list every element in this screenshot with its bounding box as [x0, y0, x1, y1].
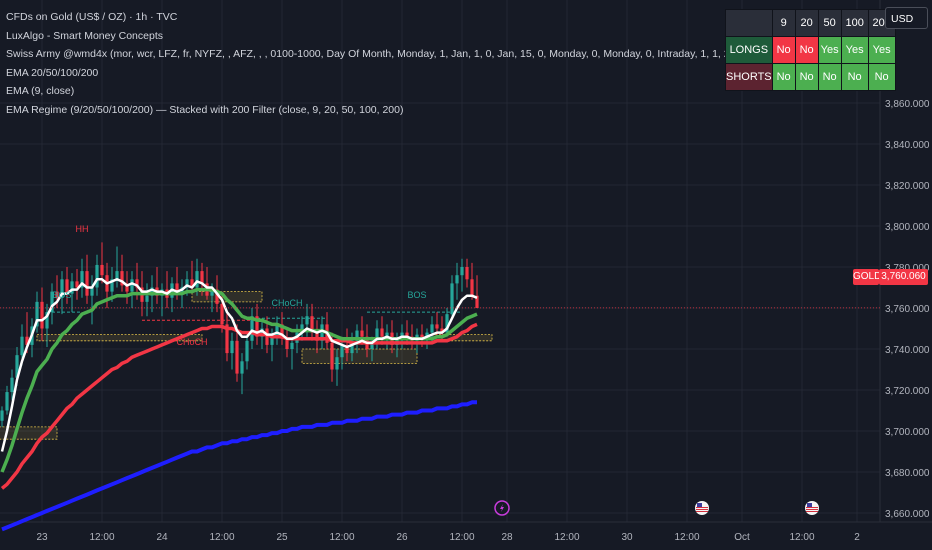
- ema20-line: [0, 287, 478, 473]
- candle-body: [360, 330, 364, 337]
- candle-body: [85, 271, 89, 296]
- table-header-cell: 50: [817, 9, 842, 37]
- table-header-row: 9 20 50 100 200: [725, 9, 896, 37]
- candle-body: [460, 267, 464, 276]
- candle-body: [380, 328, 384, 337]
- ema-regime-table: 9 20 50 100 200 LONGS No No Yes Yes Yes …: [725, 9, 896, 91]
- x-tick-label: 23: [36, 532, 48, 543]
- x-tick-label: 12:00: [209, 532, 234, 543]
- candle-body: [305, 316, 309, 325]
- supply-demand-zone: [301, 348, 418, 364]
- candle-body: [290, 342, 294, 349]
- x-tick-label: 12:00: [554, 532, 579, 543]
- structure-label: CHoCH: [176, 337, 207, 347]
- table-header-cell: 100: [840, 9, 869, 37]
- candle-body: [5, 392, 9, 411]
- structure-label: BOS: [407, 290, 426, 300]
- candle-body: [430, 324, 434, 333]
- y-tick-label: 3,660.000: [885, 509, 930, 520]
- table-cell: No: [794, 36, 819, 64]
- candle-body: [470, 279, 474, 296]
- table-cell: Yes: [840, 36, 869, 64]
- candle-body: [240, 361, 244, 374]
- table-cell: No: [794, 63, 819, 91]
- table-row-label: LONGS: [725, 36, 773, 64]
- candle-body: [455, 275, 459, 284]
- y-tick-label: 3,720.000: [885, 386, 930, 397]
- x-tick-label: 26: [396, 532, 408, 543]
- candle-body: [335, 357, 339, 370]
- candle-body: [230, 340, 234, 354]
- candle-body: [465, 267, 469, 280]
- table-row-longs: LONGS No No Yes Yes Yes: [725, 36, 896, 64]
- x-tick-label: 2: [854, 532, 860, 543]
- x-tick-label: 12:00: [449, 532, 474, 543]
- ema200-line: [1, 400, 477, 532]
- us-flag-stripe: [696, 511, 708, 512]
- symbol-price-label: GOLD: [853, 269, 881, 285]
- legend-indicator-ema-regime[interactable]: EMA Regime (9/20/50/100/200) — Stacked w…: [6, 101, 886, 120]
- table-row-shorts: SHORTS No No No No No: [725, 63, 896, 91]
- table-cell: No: [771, 36, 796, 64]
- candle-body: [130, 279, 134, 292]
- x-tick-label: 28: [501, 532, 513, 543]
- candle-body: [450, 283, 454, 315]
- x-tick-label: 30: [621, 532, 633, 543]
- candle-body: [20, 336, 24, 356]
- candle-body: [340, 344, 344, 358]
- table-cell: No: [771, 63, 796, 91]
- us-flag-stripe: [806, 509, 818, 510]
- candle-body: [40, 301, 44, 329]
- candle-body: [100, 264, 104, 276]
- candle-body: [0, 410, 4, 421]
- table-cell: Yes: [867, 36, 896, 64]
- candle-body: [435, 324, 439, 329]
- candle-body: [330, 342, 334, 370]
- x-tick-label: 25: [276, 532, 288, 543]
- table-cell: Yes: [817, 36, 842, 64]
- table-cell: No: [817, 63, 842, 91]
- table-cell: No: [840, 63, 869, 91]
- x-tick-label: 24: [156, 532, 168, 543]
- us-flag-canton: [807, 503, 812, 507]
- y-tick-label: 3,680.000: [885, 468, 930, 479]
- structure-label: HH: [76, 224, 89, 234]
- candle-body: [195, 271, 199, 288]
- candle-body: [235, 340, 239, 374]
- x-tick-label: 12:00: [674, 532, 699, 543]
- candle-body: [245, 340, 249, 362]
- last-price-label: 3,760.060: [879, 269, 928, 285]
- us-flag-stripe: [806, 507, 818, 508]
- us-flag-stripe: [696, 509, 708, 510]
- table-row-label: SHORTS: [725, 63, 773, 91]
- y-tick-label: 3,700.000: [885, 427, 930, 438]
- candle-body: [200, 271, 204, 284]
- structure-label: CHoCH: [271, 298, 302, 308]
- y-tick-label: 3,740.000: [885, 345, 930, 356]
- candle-body: [95, 264, 99, 288]
- structure-label: BOS: [52, 290, 71, 300]
- candle-body: [10, 377, 14, 393]
- table-header-corner: [725, 9, 773, 37]
- y-tick-label: 3,800.000: [885, 222, 930, 233]
- y-tick-label: 3,840.000: [885, 140, 930, 151]
- candle-body: [145, 295, 149, 302]
- x-tick-label: 12:00: [329, 532, 354, 543]
- us-flag-stripe: [696, 507, 708, 508]
- candle-body: [220, 303, 224, 325]
- us-flag-canton: [697, 503, 702, 507]
- y-tick-label: 3,820.000: [885, 181, 930, 192]
- x-tick-label: 12:00: [89, 532, 114, 543]
- y-tick-label: 3,860.000: [885, 99, 930, 110]
- table-header-cell: 9: [771, 9, 796, 37]
- table-cell: No: [867, 63, 896, 91]
- y-tick-label: 3,760.000: [885, 304, 930, 315]
- us-flag-stripe: [806, 511, 818, 512]
- x-tick-label: Oct: [734, 532, 750, 543]
- currency-selector-button[interactable]: USD: [885, 7, 928, 29]
- table-header-cell: 20: [794, 9, 819, 37]
- x-tick-label: 12:00: [789, 532, 814, 543]
- ema9-line: [0, 278, 478, 452]
